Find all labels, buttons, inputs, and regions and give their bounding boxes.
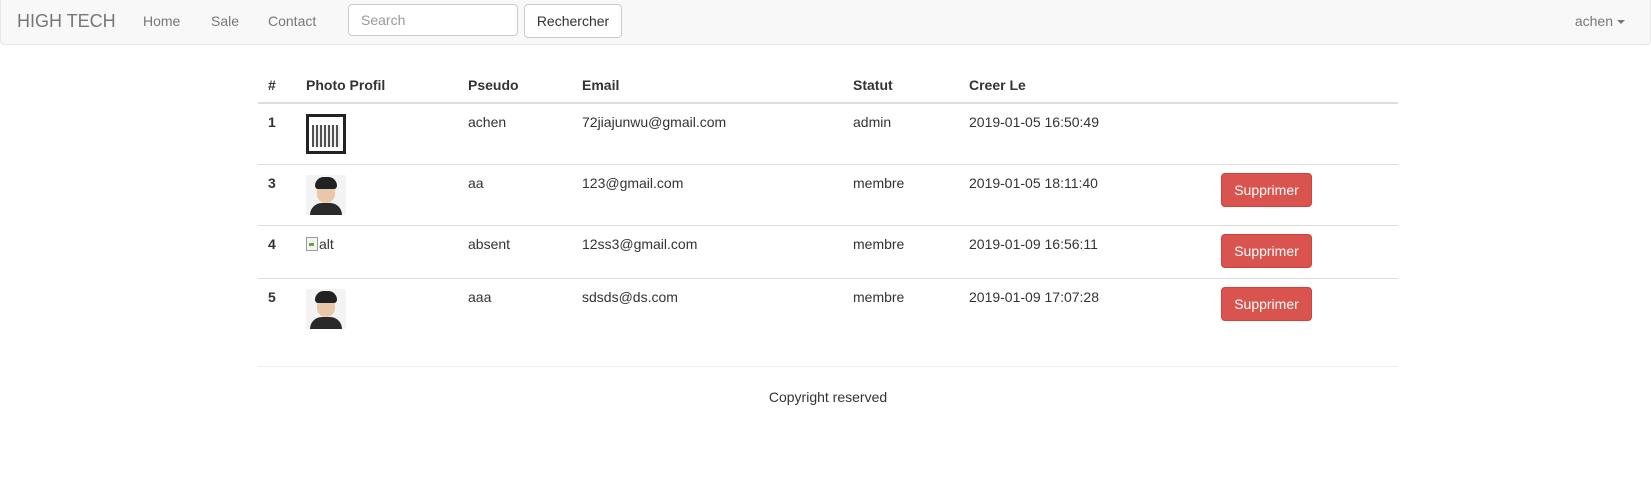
row-email: 72jiajunwu@gmail.com	[572, 102, 843, 165]
image-alt-text: alt	[319, 236, 334, 252]
table-row: 4 alt absent 12ss3@gmail.com membre 2019…	[258, 225, 1398, 279]
broken-image-icon	[306, 237, 318, 251]
row-statut: membre	[843, 225, 959, 279]
delete-button[interactable]: Supprimer	[1221, 287, 1312, 321]
top-navbar: HIGH TECH Home Sale Contact Rechercher a…	[0, 0, 1651, 45]
row-action-cell: Supprimer	[1211, 278, 1398, 339]
row-email: 123@gmail.com	[572, 164, 843, 226]
row-photo-cell	[296, 278, 458, 339]
row-pseudo: aaa	[458, 278, 572, 339]
search-button[interactable]: Rechercher	[524, 4, 622, 38]
row-created: 2019-01-05 16:50:49	[959, 102, 1211, 165]
row-photo-cell	[296, 102, 458, 165]
row-created: 2019-01-05 18:11:40	[959, 164, 1211, 226]
footer-copyright: Copyright reserved	[768, 389, 888, 405]
qr-code-avatar	[306, 114, 346, 154]
row-email: 12ss3@gmail.com	[572, 225, 843, 279]
delete-button[interactable]: Supprimer	[1221, 234, 1312, 268]
row-id: 5	[258, 278, 296, 339]
users-table: # Photo Profil Pseudo Email Statut Creer…	[258, 66, 1398, 339]
row-created: 2019-01-09 17:07:28	[959, 278, 1211, 339]
broken-image: alt	[306, 236, 334, 252]
header-id: #	[258, 66, 296, 104]
row-id: 3	[258, 164, 296, 226]
nav-contact[interactable]: Contact	[268, 13, 316, 29]
row-id: 1	[258, 102, 296, 165]
header-created: Creer Le	[959, 66, 1211, 104]
row-statut: admin	[843, 102, 959, 165]
user-name: achen	[1574, 13, 1613, 29]
row-pseudo: absent	[458, 225, 572, 279]
header-action	[1211, 66, 1398, 104]
row-pseudo: achen	[458, 102, 572, 165]
row-action-cell: Supprimer	[1211, 225, 1398, 279]
row-pseudo: aa	[458, 164, 572, 226]
header-email: Email	[572, 66, 843, 104]
row-statut: membre	[843, 278, 959, 339]
user-avatar	[306, 175, 346, 215]
table-row: 3 aa 123@gmail.com membre 2019-01-05 18:…	[258, 164, 1398, 226]
table-row: 1 achen 72jiajunwu@gmail.com admin 2019-…	[258, 102, 1398, 165]
user-avatar	[306, 289, 346, 329]
table-header-row: # Photo Profil Pseudo Email Statut Creer…	[258, 66, 1398, 104]
nav-sale[interactable]: Sale	[211, 13, 239, 29]
nav-home[interactable]: Home	[143, 13, 180, 29]
row-created: 2019-01-09 16:56:11	[959, 225, 1211, 279]
row-action-cell: Supprimer	[1211, 164, 1398, 226]
row-id: 4	[258, 225, 296, 279]
header-statut: Statut	[843, 66, 959, 104]
row-statut: membre	[843, 164, 959, 226]
header-photo: Photo Profil	[296, 66, 458, 104]
row-photo-cell: alt	[296, 225, 458, 279]
brand-link[interactable]: HIGH TECH	[17, 11, 116, 32]
row-email: sdsds@ds.com	[572, 278, 843, 339]
caret-down-icon	[1617, 20, 1625, 25]
row-action-cell	[1211, 102, 1398, 165]
footer-divider	[258, 366, 1398, 367]
table-row: 5 aaa sdsds@ds.com membre 2019-01-09 17:…	[258, 278, 1398, 339]
search-input[interactable]	[348, 4, 518, 36]
delete-button[interactable]: Supprimer	[1221, 173, 1312, 207]
row-photo-cell	[296, 164, 458, 226]
user-dropdown[interactable]: achen	[1575, 13, 1625, 29]
header-pseudo: Pseudo	[458, 66, 572, 104]
